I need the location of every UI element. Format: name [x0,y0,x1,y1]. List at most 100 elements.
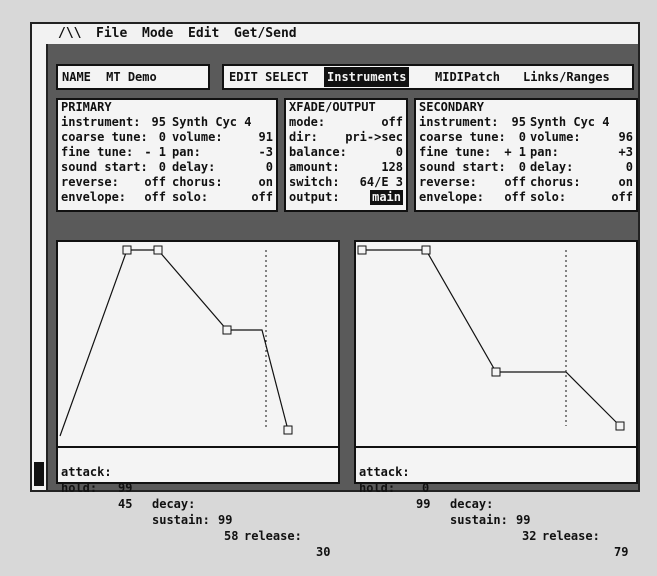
primary-param-value[interactable]: 95 [152,115,166,130]
xfade-param-value[interactable]: off [381,115,403,130]
release-handle[interactable] [615,421,625,431]
primary-panel: PRIMARY instrument: 95 Synth Cyc 4 coarse t… [56,98,278,212]
attack-handle[interactable] [122,245,132,255]
menu-file[interactable]: File [96,24,127,44]
secondary-param-value[interactable]: 95 [512,115,526,130]
secondary-panel: SECONDARY instrument: 95 Synth Cyc 4 coarse… [414,98,638,212]
decay-handle[interactable] [222,325,232,335]
release-value[interactable]: 79 [614,544,628,560]
xfade-row: balance: 0 [286,145,406,160]
release-value[interactable]: 30 [316,544,330,560]
secondary-row: reverse: off chorus: on [416,175,636,190]
decay-value[interactable]: 99 [218,512,232,528]
primary-param-label: volume: [172,130,223,144]
xfade-output-panel: XFADE/OUTPUT mode: off dir: pri->sec balance… [284,98,408,212]
secondary-param-label: delay: [530,160,574,174]
xfade-param-value[interactable]: main [370,190,403,205]
secondary-param-label: reverse: [419,175,477,189]
primary-param-label: delay: [172,160,216,174]
secondary-param-value[interactable]: 96 [619,130,633,145]
decay-value[interactable]: 99 [516,512,530,528]
name-label: NAME [62,70,91,84]
hold-handle[interactable] [153,245,163,255]
primary-envelope-graph[interactable] [58,242,338,442]
primary-title: PRIMARY [61,100,112,114]
name-field[interactable]: NAME MT Demo [56,64,210,90]
primary-param-value[interactable]: on [259,175,273,190]
hold-value[interactable]: 99 [416,496,430,512]
secondary-param-label: coarse tune: [419,130,506,144]
secondary-param-value[interactable]: 0 [519,160,526,175]
attack-handle[interactable] [357,245,367,255]
xfade-row: mode: off [286,115,406,130]
primary-row: envelope: off solo: off [58,190,276,205]
primary-param-label: instrument: [61,115,141,129]
xfade-row: amount: 128 [286,160,406,175]
scroll-thumb[interactable] [34,462,44,486]
xfade-param-value[interactable]: pri->sec [345,130,403,145]
xfade-row: dir: pri->sec [286,130,406,145]
decay-handle[interactable] [491,367,501,377]
hold-handle[interactable] [421,245,431,255]
primary-param-value[interactable]: 91 [259,130,273,145]
scrollbar[interactable] [32,44,48,490]
sustain-label: sustain: [152,513,210,527]
secondary-param-value[interactable]: off [611,190,633,205]
primary-param-value[interactable]: 0 [159,130,166,145]
xfade-param-value[interactable]: 128 [381,160,403,175]
secondary-param-label: envelope: [419,190,485,204]
primary-row: sound start: 0 delay: 0 [58,160,276,175]
primary-param-label: pan: [172,145,201,159]
secondary-param-label: pan: [530,145,559,159]
secondary-param-value[interactable]: off [504,190,526,205]
sustain-label: sustain: [450,513,508,527]
xfade-title: XFADE/OUTPUT [289,100,376,114]
primary-param-value[interactable]: off [251,190,273,205]
secondary-row: coarse tune: 0 volume: 96 [416,130,636,145]
secondary-title: SECONDARY [419,100,485,114]
secondary-param-value[interactable]: 0 [626,160,633,175]
name-value[interactable]: MT Demo [106,70,157,84]
primary-envelope-panel: attack: 99 decay: 99 release: 30 hold: 4… [56,240,340,559]
menu-get-send[interactable]: Get/Send [234,24,297,44]
primary-param-label: sound start: [61,160,148,174]
primary-param-value[interactable]: off [144,190,166,205]
primary-param-value[interactable]: off [144,175,166,190]
secondary-row: fine tune: + 1 pan: +3 [416,145,636,160]
menu-mode[interactable]: Mode [142,24,173,44]
tab-midipatch[interactable]: MIDIPatch [432,67,503,87]
tab-links-ranges[interactable]: Links/Ranges [520,67,613,87]
primary-param-value[interactable]: 0 [159,160,166,175]
primary-param-value[interactable]: -3 [259,145,273,160]
decay-label: decay: [450,497,494,511]
menu-edit[interactable]: Edit [188,24,219,44]
release-handle[interactable] [283,425,293,435]
primary-param-label: solo: [172,190,209,204]
menu-bar: /\\ File Mode Edit Get/Send [32,24,638,44]
secondary-envelope-panel: attack: 0 decay: 99 release: 79 hold: 99… [354,240,638,559]
xfade-param-value[interactable]: 64/E 3 [360,175,403,190]
secondary-param-value[interactable]: on [619,175,633,190]
hold-value[interactable]: 45 [118,496,132,512]
xfade-param-value[interactable]: 0 [396,145,403,160]
secondary-row: envelope: off solo: off [416,190,636,205]
secondary-param-value[interactable]: 0 [519,130,526,145]
secondary-param-label: Synth Cyc 4 [530,115,610,129]
primary-param-value[interactable]: 0 [266,160,273,175]
secondary-param-value[interactable]: + 1 [504,145,526,160]
primary-param-label: chorus: [172,175,223,189]
secondary-param-value[interactable]: +3 [619,145,633,160]
edit-select-label: EDIT SELECT [229,70,309,84]
primary-row: fine tune: - 1 pan: -3 [58,145,276,160]
primary-param-label: Synth Cyc 4 [172,115,252,129]
secondary-envelope-graph[interactable] [356,242,636,442]
xfade-row: output: main [286,190,406,205]
sustain-value[interactable]: 32 [522,528,536,544]
tab-instruments[interactable]: Instruments [324,67,410,87]
secondary-envelope-values: attack: 0 decay: 99 release: 79 hold: 99… [356,446,636,559]
primary-param-label: fine tune: [61,145,134,159]
sustain-value[interactable]: 58 [224,528,238,544]
primary-param-value[interactable]: - 1 [144,145,166,160]
secondary-param-value[interactable]: off [504,175,526,190]
atari-logo-icon[interactable]: /\\ [58,24,81,44]
